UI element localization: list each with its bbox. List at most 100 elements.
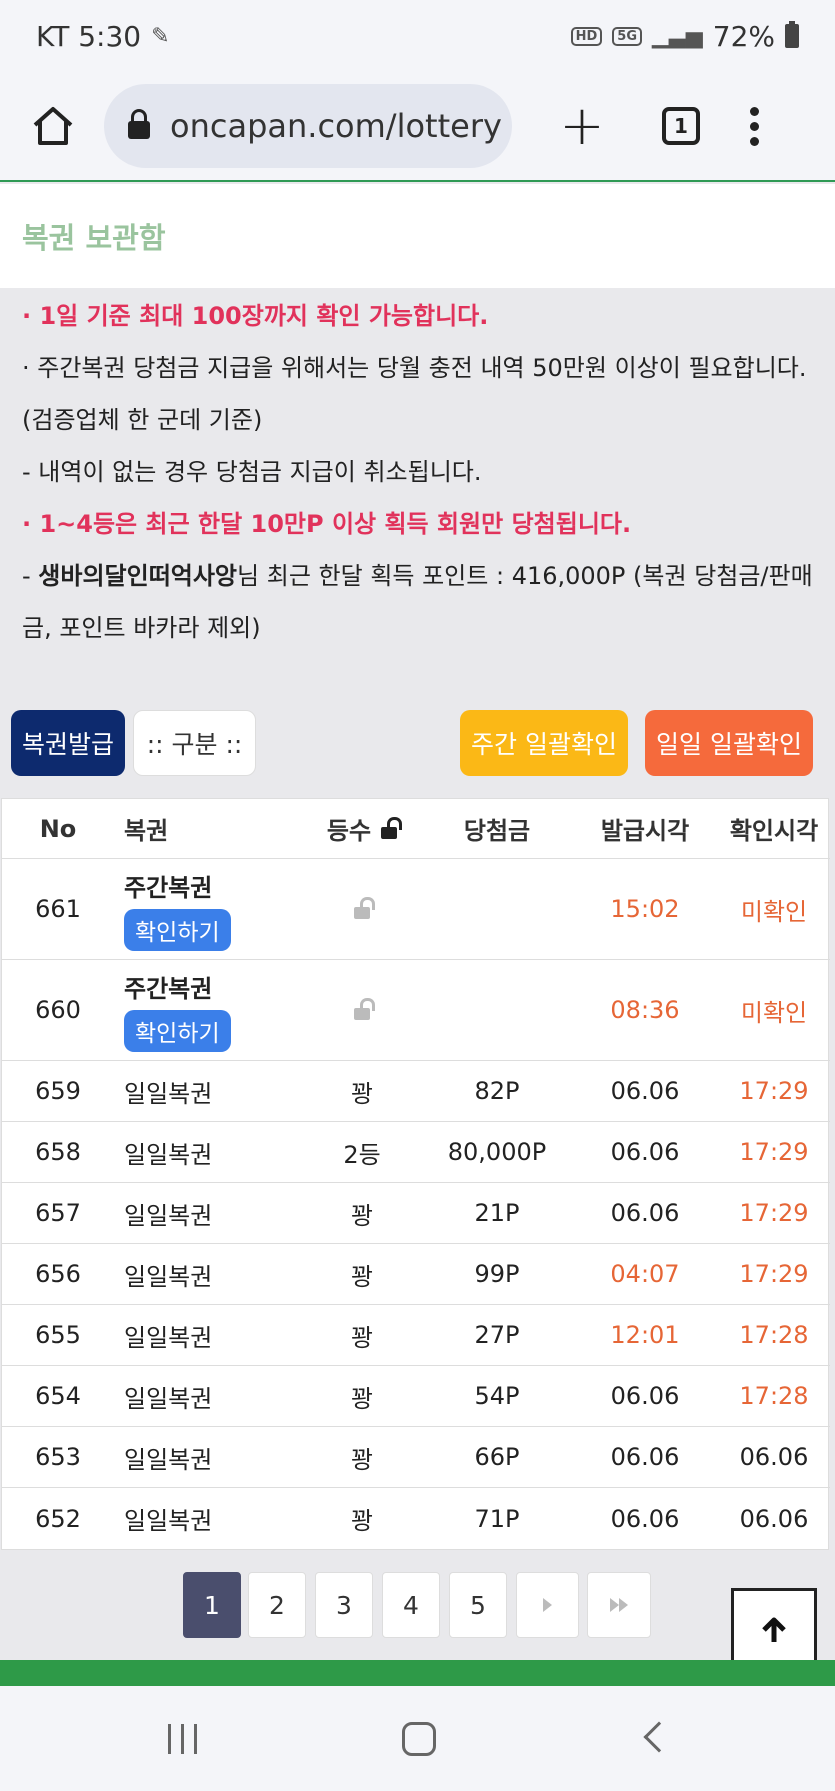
daily-check-all-button[interactable]: 일일 일괄확인 — [645, 710, 813, 776]
row-checked: 17:29 — [739, 1199, 809, 1227]
row-issued: 06.06 — [610, 1138, 680, 1166]
footer-bar — [0, 1660, 835, 1686]
row-issued: 08:36 — [610, 996, 680, 1024]
row-prize: 21P — [474, 1199, 520, 1227]
row-checked: 17:28 — [739, 1321, 809, 1349]
table-header: No 복권 등수 당첨금 발급시각 확인시각 — [2, 799, 830, 859]
notice-weekly-requirement: · 주간복권 당첨금 지급을 위해서는 당월 충전 내역 50만원 이상이 필요… — [22, 354, 807, 434]
back-button[interactable] — [643, 1721, 675, 1753]
double-chevron-right-icon — [610, 1598, 619, 1612]
chevron-right-icon — [543, 1598, 552, 1612]
last-page-button[interactable] — [587, 1572, 651, 1638]
system-navbar — [0, 1686, 835, 1791]
row-rank: 꽝 — [350, 1507, 374, 1535]
check-button[interactable]: 확인하기 — [124, 1009, 231, 1052]
header-rank[interactable]: 등수 — [302, 799, 422, 858]
header-rank-label: 등수 — [326, 817, 372, 845]
row-checked: 17:29 — [739, 1077, 809, 1105]
page-3[interactable]: 3 — [315, 1572, 373, 1638]
check-button[interactable]: 확인하기 — [124, 908, 231, 951]
arrow-up-icon — [762, 1617, 786, 1642]
header-issued: 발급시각 — [600, 817, 690, 845]
row-rank — [302, 859, 422, 959]
hd-icon: HD — [570, 26, 603, 46]
more-dot — [750, 136, 759, 146]
page-2[interactable]: 2 — [248, 1572, 306, 1638]
next-page-button[interactable] — [516, 1572, 579, 1638]
table-row: 653 일일복권 꽝 66P 06.06 06.06 — [2, 1427, 830, 1488]
row-name: 일일복권 — [124, 1507, 213, 1535]
system-home-button[interactable] — [402, 1722, 436, 1756]
row-no: 661 — [35, 895, 81, 923]
row-checked: 미확인 — [740, 998, 808, 1027]
row-name: 일일복권 — [124, 1323, 213, 1352]
row-checked: 미확인 — [740, 897, 808, 926]
row-prize: 80,000P — [447, 1138, 547, 1166]
row-rank: 꽝 — [350, 1445, 374, 1474]
issue-lottery-button[interactable]: 복권발급 — [11, 710, 125, 776]
row-no: 659 — [35, 1077, 81, 1105]
battery-icon — [785, 21, 799, 48]
new-tab-button[interactable]: + — [552, 99, 612, 153]
username: 생바의달인떠억사앙 — [38, 562, 238, 590]
table-row: 659 일일복권 꽝 82P 06.06 17:29 — [2, 1061, 830, 1122]
row-prize: 27P — [474, 1321, 520, 1349]
row-prize — [422, 960, 572, 1060]
carrier-time: KT 5:30 — [36, 19, 142, 53]
row-name: 일일복권 — [124, 1262, 213, 1291]
recent-apps-icon — [181, 1724, 184, 1754]
more-dot — [750, 121, 759, 131]
row-no: 660 — [35, 996, 81, 1024]
row-checked: 17:29 — [739, 1260, 809, 1288]
notice-list: · 1일 기준 최대 100장까지 확인 가능합니다. · 주간복권 당첨금 지… — [0, 290, 835, 654]
recent-apps-icon — [194, 1724, 197, 1754]
row-rank — [302, 960, 422, 1060]
tab-switcher-button[interactable]: 1 — [662, 107, 700, 145]
action-bar: 복권발급 :: 구분 :: 주간 일괄확인 일일 일괄확인 — [0, 710, 835, 776]
lock-icon — [128, 109, 150, 139]
page-5[interactable]: 5 — [449, 1572, 507, 1638]
row-issued: 12:01 — [610, 1321, 680, 1349]
header-no: No — [39, 814, 77, 843]
row-prize: 71P — [474, 1504, 520, 1533]
row-name: 일일복권 — [124, 1384, 213, 1413]
double-chevron-right-icon — [619, 1598, 628, 1612]
row-no: 655 — [35, 1321, 81, 1349]
notice-cancel: - 내역이 없는 경우 당첨금 지급이 취소됩니다. — [22, 458, 482, 486]
key-icon: ✎ — [151, 23, 170, 49]
address-bar[interactable]: oncapan.com/lottery — [104, 84, 512, 168]
lottery-table: No 복권 등수 당첨금 발급시각 확인시각 661 주간복권 확인하기 15:… — [1, 798, 830, 1550]
more-menu-button[interactable] — [750, 106, 759, 146]
row-issued: 15:02 — [610, 895, 680, 923]
row-no: 656 — [35, 1260, 81, 1288]
row-prize: 82P — [474, 1077, 520, 1105]
row-name: 일일복권 — [124, 1140, 213, 1169]
row-prize: 54P — [474, 1382, 520, 1410]
recent-apps-button[interactable] — [168, 1724, 197, 1754]
row-prize — [422, 859, 572, 959]
more-dot — [750, 106, 759, 116]
header-checked: 확인시각 — [729, 817, 819, 845]
category-select[interactable]: :: 구분 :: — [133, 710, 256, 776]
home-button[interactable] — [24, 97, 82, 155]
row-rank: 꽝 — [350, 1262, 374, 1291]
header-prize: 당첨금 — [463, 817, 531, 845]
signal-icon: ▁▃▅ — [652, 23, 703, 49]
battery-level: 72% — [712, 19, 775, 53]
notice-rank-requirement: · 1~4등은 최근 한달 10만P 이상 획득 회원만 당첨됩니다. — [22, 510, 632, 538]
row-checked: 17:28 — [739, 1382, 809, 1410]
row-checked: 06.06 — [739, 1443, 809, 1471]
row-no: 653 — [35, 1443, 81, 1471]
row-checked: 06.06 — [739, 1504, 809, 1533]
page-4[interactable]: 4 — [382, 1572, 440, 1638]
row-issued: 06.06 — [610, 1077, 680, 1105]
row-rank: 2등 — [343, 1140, 381, 1169]
table-row: 654 일일복권 꽝 54P 06.06 17:28 — [2, 1366, 830, 1427]
row-name-label: 주간복권 — [124, 873, 213, 902]
row-issued: 06.06 — [610, 1199, 680, 1227]
row-no: 658 — [35, 1138, 81, 1166]
table-row: 658 일일복권 2등 80,000P 06.06 17:29 — [2, 1122, 830, 1183]
weekly-check-all-button[interactable]: 주간 일괄확인 — [460, 710, 628, 776]
page-1[interactable]: 1 — [183, 1572, 241, 1638]
pagination: 1 2 3 4 5 — [0, 1572, 835, 1638]
